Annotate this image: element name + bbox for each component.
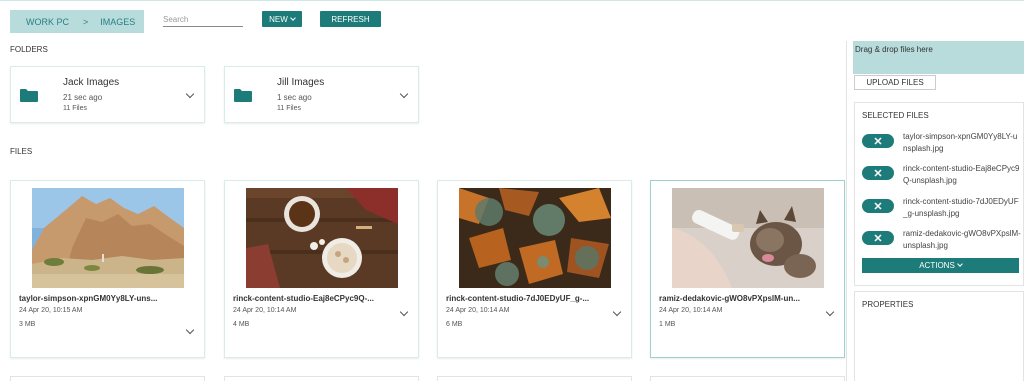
file-date: 24 Apr 20, 10:14 AM [659,307,723,314]
folder-card-jack-images[interactable]: Jack Images 21 sec ago 11 Files [10,66,205,123]
breadcrumb-item-images[interactable]: IMAGES [100,17,135,27]
file-thumbnail[interactable] [246,188,398,288]
file-card[interactable]: rinck-content-studio-7dJ0EDyUF_g-... 24 … [437,180,632,358]
panel-divider [846,41,847,381]
breadcrumb-separator: > [83,16,89,27]
folders-heading: FOLDERS [10,45,48,54]
file-name: ramiz-dedakovic-gWO8vPXpslM-un... [659,294,800,303]
file-date: 24 Apr 20, 10:14 AM [446,307,510,314]
folder-name: Jill Images [277,77,325,88]
folder-card-jill-images[interactable]: Jill Images 1 sec ago 11 Files [224,66,419,123]
search-input[interactable] [163,12,243,27]
new-button[interactable]: NEW [262,11,302,27]
chevron-down-icon[interactable] [399,307,409,317]
chevron-down-icon [289,14,296,21]
file-name: taylor-simpson-xpnGM0Yy8LY-uns... [19,294,158,303]
file-card[interactable]: ramiz-dedakovic-gWO8vPXpslM-un... 24 Apr… [650,180,845,358]
remove-file-button[interactable]: ✕ [862,199,894,213]
file-name: rinck-content-studio-Eaj8eCPyc9Q-... [233,294,374,303]
chevron-down-icon[interactable] [399,89,409,99]
remove-file-button[interactable]: ✕ [862,134,894,148]
remove-file-button[interactable]: ✕ [862,231,894,245]
file-card-partial [437,376,632,381]
close-icon: ✕ [873,200,883,213]
selected-files-title: SELECTED FILES [862,111,929,120]
file-manager-page: WORK PC > IMAGES NEW REFRESH FOLDERS FIL… [0,0,1024,381]
selected-file-name: rinck-content-studio-Eaj8eCPyc9Q-unsplas… [903,164,1020,185]
close-icon: ✕ [873,167,883,180]
close-icon: ✕ [873,135,883,148]
chevron-down-icon [956,261,963,267]
files-heading: FILES [10,147,33,156]
folder-modified: 21 sec ago [63,93,103,102]
file-size: 1 MB [659,321,676,328]
breadcrumb: WORK PC > IMAGES [10,10,144,33]
folder-icon [20,89,38,102]
folder-name: Jack Images [63,77,120,88]
file-card-partial [10,376,205,381]
refresh-button[interactable]: REFRESH [320,11,381,27]
drop-zone[interactable]: Drag & drop files here [853,41,1024,74]
selected-file-item: ✕ ramiz-dedakovic-gWO8vPXpslM-unsplash.j… [862,228,1022,256]
folder-file-count: 11 Files [277,105,301,112]
selected-files-panel: SELECTED FILES ✕ taylor-simpson-xpnGM0Yy… [854,102,1024,286]
selected-file-name: rinck-content-studio-7dJ0EDyUF_g-unsplas… [903,197,1019,218]
folder-modified: 1 sec ago [277,93,312,102]
file-card-partial [224,376,419,381]
file-thumbnail[interactable] [32,188,184,288]
properties-title: PROPERTIES [862,300,914,309]
file-thumbnail[interactable] [672,188,824,288]
file-card[interactable]: taylor-simpson-xpnGM0Yy8LY-uns... 24 Apr… [10,180,205,358]
file-size: 4 MB [233,321,250,328]
properties-panel: PROPERTIES [854,291,1024,381]
selected-file-item: ✕ rinck-content-studio-7dJ0EDyUF_g-unspl… [862,196,1022,224]
file-thumbnail[interactable] [459,188,611,288]
selected-file-name: taylor-simpson-xpnGM0Yy8LY-unsplash.jpg [903,132,1018,153]
selected-file-item: ✕ taylor-simpson-xpnGM0Yy8LY-unsplash.jp… [862,131,1022,159]
upload-files-button[interactable]: UPLOAD FILES [854,75,936,90]
chevron-down-icon[interactable] [825,307,835,317]
folder-file-count: 11 Files [63,105,87,112]
new-button-label: NEW [269,14,288,24]
actions-button-label: ACTIONS [919,261,955,270]
file-card-partial [650,376,845,381]
actions-button[interactable]: ACTIONS [862,258,1019,273]
file-size: 6 MB [446,321,463,328]
chevron-down-icon[interactable] [185,325,195,335]
breadcrumb-item-work-pc[interactable]: WORK PC [26,17,69,27]
chevron-down-icon[interactable] [185,89,195,99]
remove-file-button[interactable]: ✕ [862,166,894,180]
file-size: 3 MB [19,321,36,328]
file-date: 24 Apr 20, 10:15 AM [19,307,83,314]
chevron-down-icon[interactable] [612,307,622,317]
file-date: 24 Apr 20, 10:14 AM [233,307,297,314]
folder-icon [234,89,252,102]
selected-file-name: ramiz-dedakovic-gWO8vPXpslM-unsplash.jpg [903,229,1021,250]
close-icon: ✕ [873,232,883,245]
file-card[interactable]: rinck-content-studio-Eaj8eCPyc9Q-... 24 … [224,180,419,358]
file-name: rinck-content-studio-7dJ0EDyUF_g-... [446,294,590,303]
selected-file-item: ✕ rinck-content-studio-Eaj8eCPyc9Q-unspl… [862,163,1022,191]
